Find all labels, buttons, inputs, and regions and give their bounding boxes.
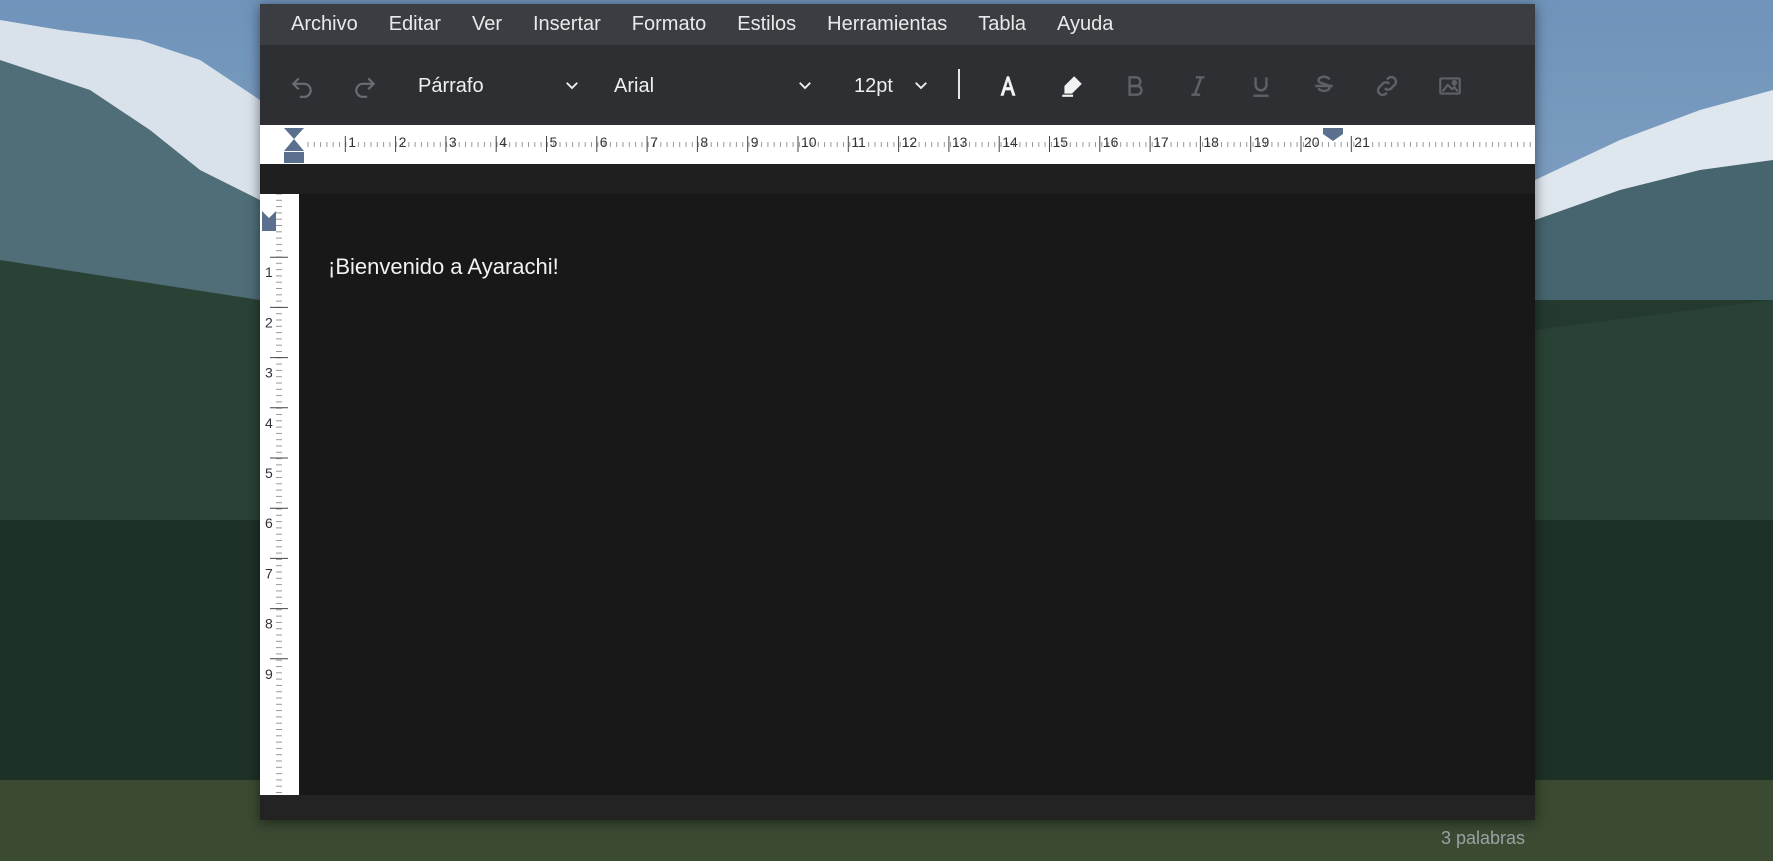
vertical-ruler-scale: 1 2 3 4 5 6 7 8 9: [262, 194, 288, 793]
italic-icon[interactable]: [1181, 69, 1215, 103]
hruler-label: 9: [751, 134, 759, 150]
bold-icon[interactable]: [1118, 69, 1152, 103]
toolbar-separator: [958, 69, 960, 99]
menu-insertar[interactable]: Insertar: [533, 13, 601, 36]
block-format-value: Párrafo: [418, 74, 484, 97]
window-bottom-bar: [260, 795, 1535, 820]
hruler-label: 6: [600, 134, 608, 150]
vruler-label: 7: [265, 565, 273, 581]
hruler-label: 20: [1304, 134, 1320, 150]
vruler-label: 8: [265, 616, 273, 632]
editor-window: Archivo Editar Ver Insertar Formato Esti…: [260, 4, 1535, 820]
horizontal-ruler[interactable]: 1 2 3 4 5 6 7 8 9 10 11 12 13 14 15 16 17 18 19 20 21: [260, 125, 1535, 164]
text-color-icon[interactable]: [991, 69, 1025, 103]
vertical-ruler[interactable]: 1 2 3 4 5 6 7 8 9: [260, 194, 299, 795]
menu-herramientas[interactable]: Herramientas: [827, 13, 947, 36]
hruler-label: 14: [1002, 134, 1018, 150]
horizontal-ruler-scale: 1 2 3 4 5 6 7 8 9 10 11 12 13 14 15 16 17 18 19 20 21: [284, 128, 1531, 163]
toolbar: Párrafo Arial 12pt: [260, 45, 1535, 125]
vruler-label: 4: [265, 415, 273, 431]
vruler-label: 1: [265, 264, 273, 280]
chevron-down-icon: [566, 82, 578, 90]
font-size-select[interactable]: 12pt: [854, 67, 930, 105]
vruler-label: 6: [265, 515, 273, 531]
right-indent-marker[interactable]: [1323, 128, 1343, 141]
word-count: 3 palabras: [1440, 828, 1525, 848]
vruler-label: 9: [265, 666, 273, 682]
first-line-indent-marker[interactable]: [284, 128, 304, 151]
hruler-label: 11: [851, 134, 866, 150]
chevron-down-icon: [915, 82, 927, 90]
strikethrough-icon[interactable]: [1307, 69, 1341, 103]
hruler-label: 12: [902, 134, 918, 150]
document-area[interactable]: ¡Bienvenido a Ayarachi!: [299, 194, 1535, 795]
vruler-label: 3: [265, 365, 273, 381]
menu-ver[interactable]: Ver: [472, 13, 502, 36]
hruler-label: 2: [399, 134, 407, 150]
hruler-label: 13: [952, 134, 968, 150]
highlight-icon[interactable]: [1055, 69, 1089, 103]
menu-ayuda[interactable]: Ayuda: [1057, 13, 1113, 36]
menu-editar[interactable]: Editar: [389, 13, 441, 36]
font-size-value: 12pt: [854, 74, 893, 97]
hruler-label: 8: [700, 134, 708, 150]
hruler-label: 21: [1354, 134, 1370, 150]
hruler-label: 4: [499, 134, 507, 150]
redo-icon[interactable]: [348, 69, 382, 103]
hruler-label: 7: [650, 134, 658, 150]
underline-icon[interactable]: [1244, 69, 1278, 103]
top-margin-marker[interactable]: [262, 211, 276, 231]
left-indent-marker[interactable]: [284, 152, 304, 163]
hruler-label: 19: [1254, 134, 1270, 150]
menu-archivo[interactable]: Archivo: [291, 13, 358, 36]
hruler-label: 15: [1053, 134, 1069, 150]
vruler-label: 5: [265, 465, 273, 481]
image-icon[interactable]: [1433, 69, 1467, 103]
document-text[interactable]: ¡Bienvenido a Ayarachi!: [328, 254, 559, 280]
hruler-label: 3: [449, 134, 457, 150]
menu-estilos[interactable]: Estilos: [737, 13, 796, 36]
menu-tabla[interactable]: Tabla: [978, 13, 1026, 36]
hruler-label: 1: [348, 134, 356, 150]
hruler-label: 16: [1103, 134, 1119, 150]
link-icon[interactable]: [1370, 69, 1404, 103]
font-family-select[interactable]: Arial: [614, 67, 814, 105]
ruler-gap: [260, 164, 1535, 194]
font-family-value: Arial: [614, 74, 655, 97]
hruler-label: 18: [1203, 134, 1219, 150]
vruler-label: 2: [265, 314, 273, 330]
hruler-label: 10: [801, 134, 817, 150]
chevron-down-icon: [799, 82, 811, 90]
block-format-select[interactable]: Párrafo: [418, 67, 581, 105]
hruler-label: 5: [550, 134, 558, 150]
menu-formato[interactable]: Formato: [632, 13, 706, 36]
menubar: Archivo Editar Ver Insertar Formato Esti…: [260, 4, 1535, 45]
hruler-label: 17: [1153, 134, 1169, 150]
undo-icon[interactable]: [285, 69, 319, 103]
